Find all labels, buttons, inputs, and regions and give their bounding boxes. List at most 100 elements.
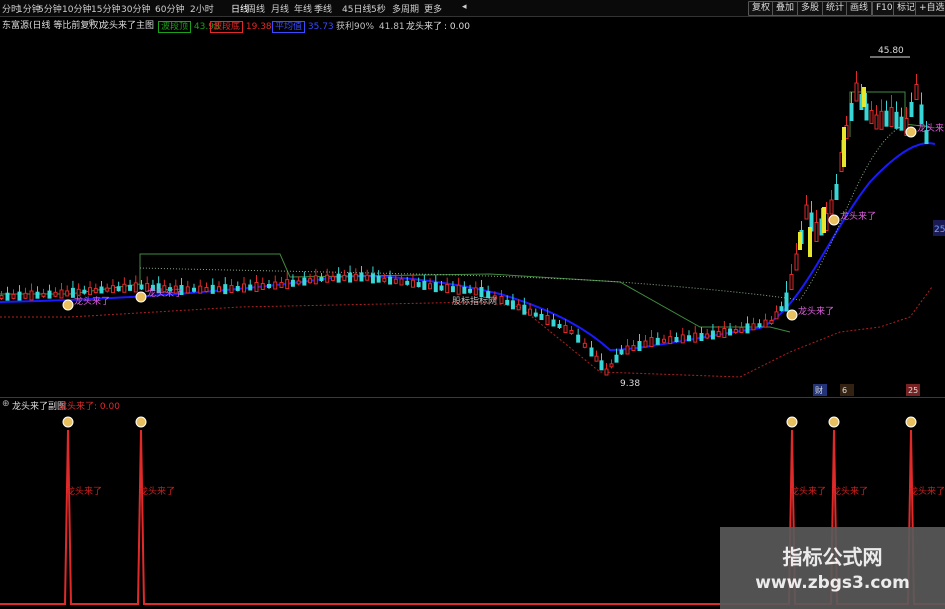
period-tab[interactable]: 10分钟 <box>62 2 91 15</box>
candle <box>462 286 467 294</box>
candle <box>296 280 301 285</box>
candle <box>456 284 461 295</box>
period-tab[interactable]: 周线 <box>247 2 265 15</box>
event-tag-label: 25 <box>908 386 918 395</box>
candle <box>235 286 240 291</box>
sub-legend-label: 龙头来了 <box>58 402 95 412</box>
toolbar-button[interactable]: 多股 <box>797 1 824 16</box>
candle <box>594 355 599 362</box>
profit-line <box>139 126 901 301</box>
candle <box>116 286 121 292</box>
period-tab[interactable]: 年线 <box>294 2 312 15</box>
candle <box>569 330 574 334</box>
sub-signal-label: 龙头来了 <box>139 485 175 497</box>
candle <box>687 335 691 342</box>
main-indicator-name[interactable]: 龙头来了主图 <box>100 18 154 31</box>
info-icon[interactable]: ⊕ <box>88 18 96 28</box>
candle <box>382 277 387 282</box>
candle <box>133 282 138 293</box>
signal-label: 龙头来了 <box>917 122 945 134</box>
candle <box>11 293 16 299</box>
period-tab[interactable]: 15分钟 <box>91 2 120 15</box>
sub-signal-label: 龙头来了 <box>66 485 102 497</box>
candle <box>450 286 455 293</box>
highlight-candle <box>808 227 812 257</box>
candle <box>631 345 636 351</box>
main-price-chart[interactable]: 龙头来了龙头来了龙头来了龙头来了龙头来了45.809.38股标指标网25财625 <box>0 32 945 396</box>
candle <box>336 273 341 283</box>
candle <box>399 278 404 286</box>
candle <box>854 82 859 102</box>
candle <box>319 277 324 281</box>
candle <box>733 329 738 333</box>
candle <box>829 199 834 215</box>
highlight-candle <box>798 232 802 250</box>
candle <box>370 273 375 284</box>
signal-label: 龙头来了 <box>74 295 110 307</box>
candle <box>128 284 133 291</box>
candle <box>388 276 393 285</box>
candle <box>279 282 284 288</box>
toolbar-button[interactable]: +自选 <box>915 1 945 16</box>
period-tab[interactable]: 30分钟 <box>121 2 150 15</box>
candle <box>88 287 93 296</box>
candle <box>110 285 115 294</box>
candle <box>674 337 679 342</box>
candle <box>533 312 538 317</box>
candle <box>285 279 290 290</box>
candle <box>722 328 727 338</box>
candle <box>604 368 609 376</box>
candle <box>5 292 10 301</box>
toolbar-button[interactable]: 复权 <box>748 1 775 16</box>
highlight-candle <box>842 127 846 167</box>
candle <box>59 289 64 299</box>
period-tab[interactable]: 2小时 <box>190 2 214 15</box>
candle <box>405 280 410 285</box>
toolbar-button[interactable]: 叠加 <box>772 1 799 16</box>
period-tab[interactable]: 更多 <box>424 2 442 15</box>
event-tag-label: 6 <box>842 386 847 395</box>
period-tab[interactable]: 5秒 <box>371 2 386 15</box>
candle <box>445 284 450 294</box>
money-bag-icon <box>905 416 917 428</box>
legend-label: 获利90% <box>336 22 375 32</box>
candle <box>609 363 614 368</box>
candle <box>260 283 265 290</box>
highlight-candle <box>822 207 826 233</box>
sub-signal-label: 龙头来了 <box>909 485 945 497</box>
candle <box>668 336 673 345</box>
period-tab[interactable]: 多周期 <box>392 2 419 15</box>
candle <box>710 330 715 340</box>
candle <box>313 275 318 285</box>
candle <box>105 287 110 292</box>
candle <box>769 320 774 324</box>
candle <box>614 354 619 363</box>
watermark-url: www.zbgs3.com <box>755 573 910 593</box>
period-tab[interactable]: 5分钟 <box>38 2 62 15</box>
period-tab[interactable]: 月线 <box>271 2 289 15</box>
candle <box>539 314 544 320</box>
candle <box>728 328 733 336</box>
candle <box>439 285 444 291</box>
candle <box>422 280 427 290</box>
scroll-left-icon[interactable]: ◂ <box>462 2 467 12</box>
candle <box>739 327 744 333</box>
period-tab[interactable]: 45日线 <box>342 2 371 15</box>
high-price-label: 45.80 <box>878 46 904 56</box>
money-bag-icon <box>905 126 917 138</box>
period-tab[interactable]: 60分钟 <box>155 2 184 15</box>
candle <box>47 290 52 299</box>
period-toolbar: 分时 1分钟 5分钟 10分钟 15分钟 30分钟 60分钟 2小时 日线 周线 月线 年线 季线 45日… <box>0 0 945 17</box>
candle <box>65 290 70 297</box>
candle <box>884 110 889 127</box>
candle <box>29 290 34 301</box>
money-bag-icon <box>62 416 74 428</box>
info-icon[interactable]: ⊕ <box>2 399 10 409</box>
toolbar-button[interactable]: 统计 <box>822 1 849 16</box>
candle <box>894 111 899 129</box>
toolbar-button[interactable]: 画线 <box>846 1 873 16</box>
candle <box>849 103 854 121</box>
period-tab[interactable]: 季线 <box>314 2 332 15</box>
candle <box>814 222 819 242</box>
candle <box>699 333 704 341</box>
